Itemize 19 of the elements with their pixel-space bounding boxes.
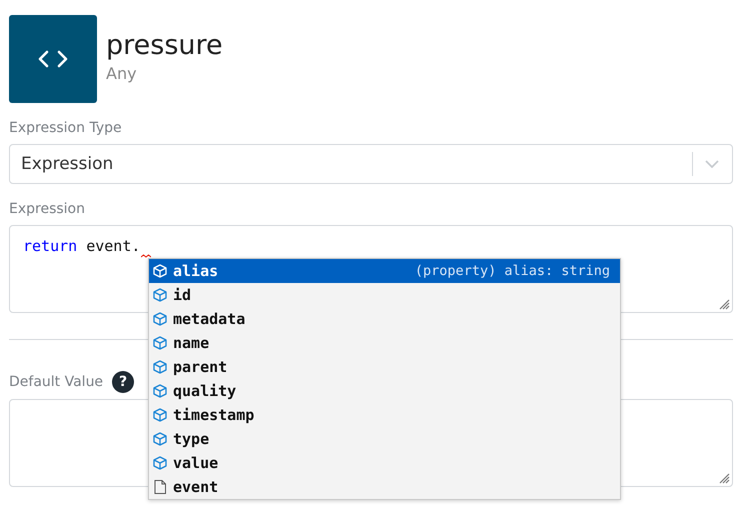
code-text: event. bbox=[85, 236, 140, 256]
tag-type: Any bbox=[106, 64, 138, 83]
field-label: Expression bbox=[9, 200, 86, 218]
suggestion-detail: (property) alias: string bbox=[414, 263, 610, 279]
tag-title: pressure bbox=[106, 29, 223, 63]
suggestion-label: alias bbox=[173, 262, 220, 280]
suggestion-label: metadata bbox=[173, 310, 246, 328]
select-value: Expression bbox=[21, 154, 114, 174]
suggestion-label: parent bbox=[173, 358, 228, 376]
field-label: Default Value bbox=[9, 373, 104, 391]
suggestion-label: name bbox=[173, 334, 210, 352]
field-label: Expression Type bbox=[9, 119, 123, 137]
suggestion-label: quality bbox=[173, 382, 238, 400]
suggestion-label: id bbox=[173, 286, 192, 304]
suggestion-label: type bbox=[173, 430, 210, 448]
suggestion-label: event bbox=[173, 478, 220, 496]
code-keyword: return bbox=[23, 236, 78, 256]
suggestion-label: value bbox=[173, 454, 220, 472]
suggestion-label: timestamp bbox=[173, 406, 256, 424]
